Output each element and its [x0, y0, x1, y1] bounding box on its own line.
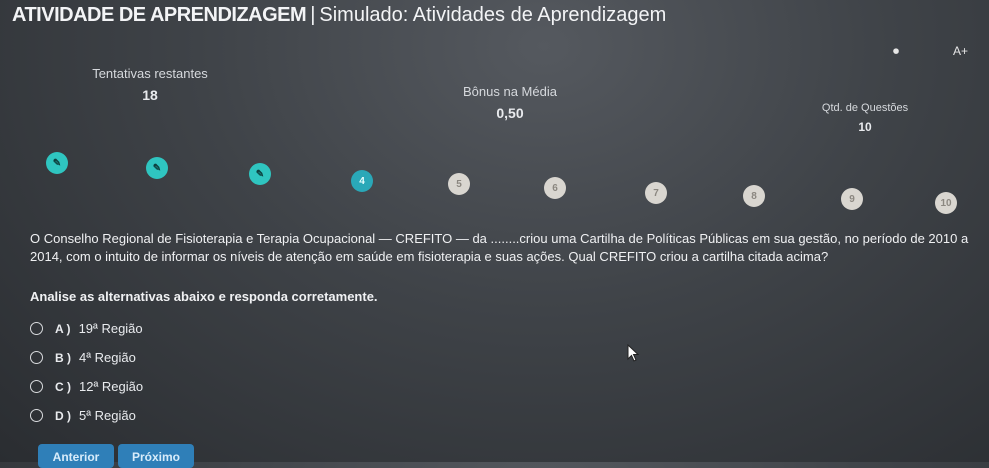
radio-d[interactable]: [30, 409, 43, 422]
question-step-7[interactable]: 7: [645, 182, 667, 204]
answer-options: A ) 19ª Região B ) 4ª Região C ) 12ª Reg…: [30, 314, 143, 430]
question-step-5[interactable]: 5: [448, 173, 470, 195]
question-step-1[interactable]: ✎: [46, 152, 68, 174]
option-b-letter: B ): [55, 350, 71, 365]
question-instruction: Analise as alternativas abaixo e respond…: [30, 289, 378, 304]
option-d-letter: D ): [55, 408, 71, 423]
option-c-letter: C ): [55, 379, 71, 394]
question-text: O Conselho Regional de Fisioterapia e Te…: [30, 231, 969, 264]
radio-a[interactable]: [30, 322, 43, 335]
option-c[interactable]: C ) 12ª Região: [30, 372, 143, 401]
option-d[interactable]: D ) 5ª Região: [30, 401, 143, 430]
question-step-3[interactable]: ✎: [249, 163, 271, 185]
option-a[interactable]: A ) 19ª Região: [30, 314, 143, 343]
option-a-text: 19ª Região: [78, 321, 143, 336]
radio-c[interactable]: [30, 380, 43, 393]
question-step-8[interactable]: 8: [743, 185, 765, 207]
option-b[interactable]: B ) 4ª Região: [30, 343, 143, 372]
question-step-10[interactable]: 10: [935, 192, 957, 214]
prev-button[interactable]: Anterior: [38, 444, 114, 468]
question-progress: ✎ ✎ ✎ 4 5 6 7 8 9 10: [0, 0, 989, 215]
question-step-6[interactable]: 6: [544, 177, 566, 199]
option-c-text: 12ª Região: [79, 379, 144, 394]
mouse-cursor-icon: [627, 344, 639, 362]
option-d-text: 5ª Região: [79, 408, 136, 423]
option-b-text: 4ª Região: [79, 350, 136, 365]
radio-b[interactable]: [30, 351, 43, 364]
question-step-2[interactable]: ✎: [146, 157, 168, 179]
question-step-4[interactable]: 4: [351, 170, 373, 192]
next-button[interactable]: Próximo: [118, 444, 194, 468]
option-a-letter: A ): [55, 321, 71, 336]
question-step-9[interactable]: 9: [841, 188, 863, 210]
